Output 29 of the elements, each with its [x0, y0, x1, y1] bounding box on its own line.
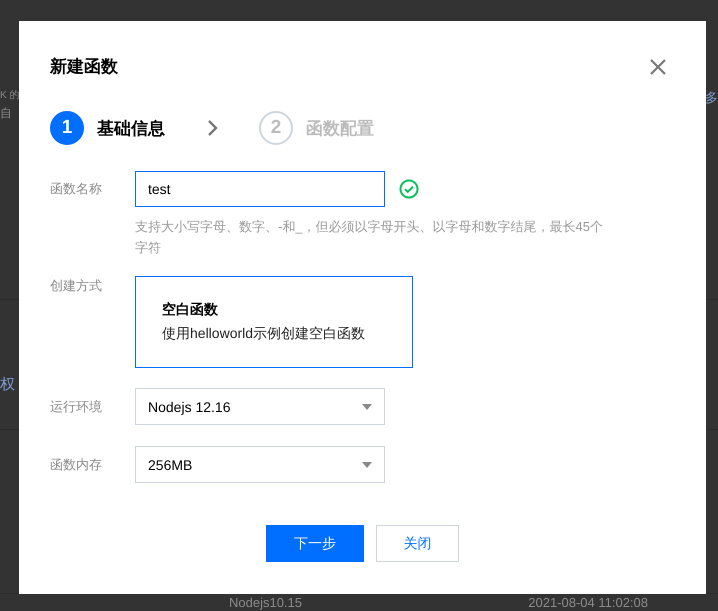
close-button[interactable]	[649, 58, 667, 76]
field-label: 运行环境	[50, 398, 103, 416]
dialog-title: 新建函数	[50, 56, 118, 78]
dropdown-select[interactable]: Nodejs 12.16	[135, 388, 385, 425]
background-text: K 的	[0, 90, 20, 102]
field-label: 函数内存	[50, 456, 103, 474]
background-text: 2021-08-04 11:02:08	[528, 595, 648, 611]
next-button[interactable]: 下一步	[266, 525, 364, 562]
field-label: 函数名称	[50, 180, 103, 198]
field-hint: 支持大小写字母、数字、-和_，但必须以字母开头、以字母和数字结尾，最长45个字符	[135, 218, 604, 257]
card-title: 空白函数	[162, 301, 219, 319]
caret-icon	[362, 462, 372, 468]
name-input-field[interactable]: test	[135, 171, 385, 207]
step-label: 函数配置	[306, 118, 374, 140]
dropdown-select[interactable]: 256MB	[135, 446, 385, 483]
field-label: 创建方式	[50, 277, 103, 295]
background-text: Nodejs10.15	[229, 595, 302, 611]
background-text: 自	[0, 106, 13, 120]
background-text: 权	[0, 376, 15, 394]
chevron-right-icon	[207, 119, 219, 137]
check-circle-icon	[399, 179, 419, 199]
step-label: 基础信息	[97, 118, 165, 140]
caret-icon	[362, 404, 372, 410]
step-number: 1	[50, 111, 84, 145]
close-icon	[649, 58, 667, 76]
template-card[interactable]: 空白函数 使用helloworld示例创建空白函数	[135, 276, 413, 368]
card-description: 使用helloworld示例创建空白函数	[162, 325, 366, 343]
close-dialog-button[interactable]: 关闭	[376, 525, 459, 562]
step-number: 2	[259, 111, 293, 145]
